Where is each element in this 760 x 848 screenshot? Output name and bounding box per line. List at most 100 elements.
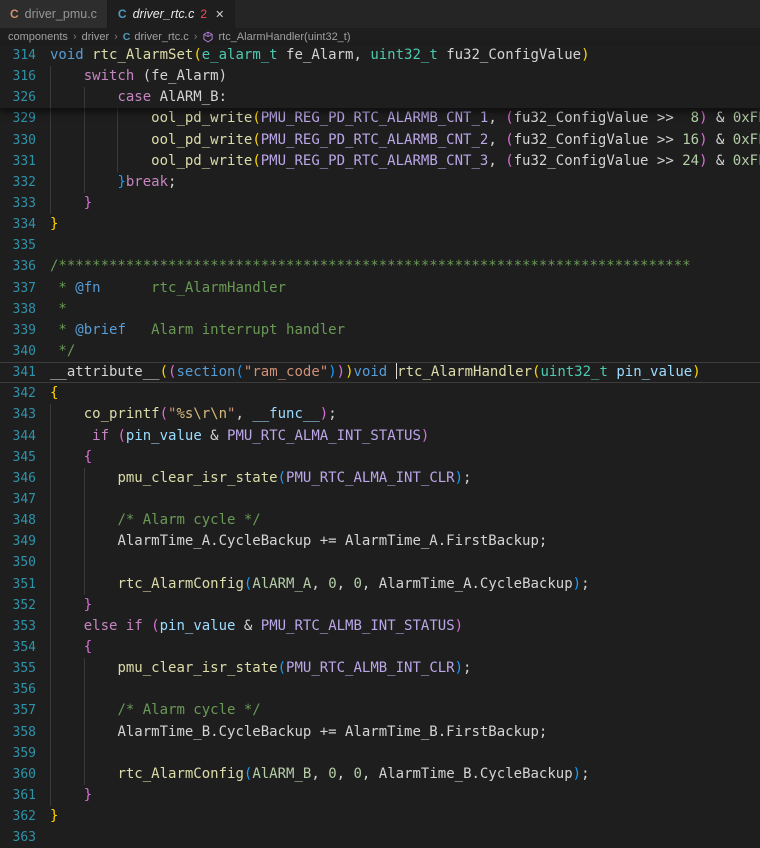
code-text: case AlARM_B:: [50, 87, 760, 108]
code-line[interactable]: 350: [0, 552, 760, 573]
code-line[interactable]: 337 * @fn rtc_AlarmHandler: [0, 278, 760, 299]
code-line[interactable]: 331 ool_pd_write(PMU_REG_PD_RTC_ALARMB_C…: [0, 151, 760, 172]
close-icon[interactable]: ✕: [215, 8, 224, 21]
tab-driver-rtc[interactable]: C driver_rtc.c 2 ✕: [108, 0, 235, 28]
tab-driver-pmu[interactable]: C driver_pmu.c: [0, 0, 108, 28]
code-line[interactable]: 330 ool_pd_write(PMU_REG_PD_RTC_ALARMB_C…: [0, 130, 760, 151]
problems-badge: 2: [200, 7, 207, 21]
line-number: 344: [0, 426, 36, 447]
line-number: 352: [0, 595, 36, 616]
breadcrumb-symbol[interactable]: rtc_AlarmHandler(uint32_t): [202, 31, 350, 43]
chevron-right-icon: ›: [114, 31, 118, 43]
code-line[interactable]: 362}: [0, 806, 760, 827]
indent-guide: [84, 531, 85, 552]
code-line[interactable]: 341__attribute__((section("ram_code")))v…: [0, 362, 760, 383]
code-line[interactable]: 340 */: [0, 341, 760, 362]
breadcrumb-components[interactable]: components: [8, 31, 68, 43]
indent-guide: [50, 447, 51, 468]
indent-guide: [84, 700, 85, 721]
code-line[interactable]: 316 switch (fe_Alarm): [0, 66, 760, 87]
code-text: void rtc_AlarmSet(e_alarm_t fe_Alarm, ui…: [50, 45, 760, 66]
code-line[interactable]: 336/************************************…: [0, 256, 760, 277]
code-area[interactable]: 329 ool_pd_write(PMU_REG_PD_RTC_ALARMB_C…: [0, 108, 760, 848]
indent-guide: [50, 66, 51, 87]
code-line[interactable]: 348 /* Alarm cycle */: [0, 510, 760, 531]
line-number: 351: [0, 574, 36, 595]
breadcrumb: components › driver › C driver_rtc.c › r…: [0, 28, 760, 45]
code-text: }: [50, 193, 760, 214]
code-line[interactable]: 361 }: [0, 785, 760, 806]
code-text: }: [50, 806, 760, 827]
code-line[interactable]: 358 AlarmTime_B.CycleBackup += AlarmTime…: [0, 722, 760, 743]
code-text: ool_pd_write(PMU_REG_PD_RTC_ALARMB_CNT_1…: [50, 108, 760, 129]
tab-label: driver_pmu.c: [25, 7, 97, 21]
code-text: [50, 552, 760, 573]
line-number: 335: [0, 235, 36, 256]
indent-guide: [84, 489, 85, 510]
code-line[interactable]: 344 if (pin_value & PMU_RTC_ALMA_INT_STA…: [0, 426, 760, 447]
code-line[interactable]: 342{: [0, 383, 760, 404]
breadcrumb-file[interactable]: C driver_rtc.c: [123, 31, 189, 43]
indent-guide: [50, 679, 51, 700]
line-number: 355: [0, 658, 36, 679]
indent-guide: [117, 108, 118, 129]
code-line[interactable]: 335: [0, 235, 760, 256]
code-text: /***************************************…: [50, 256, 760, 277]
indent-guide: [50, 637, 51, 658]
code-line[interactable]: 345 {: [0, 447, 760, 468]
code-line[interactable]: 349 AlarmTime_A.CycleBackup += AlarmTime…: [0, 531, 760, 552]
code-line[interactable]: 363: [0, 827, 760, 848]
code-line[interactable]: 355 pmu_clear_isr_state(PMU_RTC_ALMB_INT…: [0, 658, 760, 679]
code-editor-window: C driver_pmu.c C driver_rtc.c 2 ✕ compon…: [0, 0, 760, 848]
method-icon: [202, 31, 214, 43]
code-line[interactable]: 314 void rtc_AlarmSet(e_alarm_t fe_Alarm,…: [0, 45, 760, 66]
code-line[interactable]: 354 {: [0, 637, 760, 658]
indent-guide: [84, 743, 85, 764]
code-line[interactable]: 332 }break;: [0, 172, 760, 193]
code-line[interactable]: 357 /* Alarm cycle */: [0, 700, 760, 721]
indent-guide: [84, 87, 85, 108]
code-line[interactable]: 346 pmu_clear_isr_state(PMU_RTC_ALMA_INT…: [0, 468, 760, 489]
code-text: AlarmTime_B.CycleBackup += AlarmTime_B.F…: [50, 722, 760, 743]
code-line[interactable]: 347: [0, 489, 760, 510]
indent-guide: [117, 130, 118, 151]
code-text: ool_pd_write(PMU_REG_PD_RTC_ALARMB_CNT_2…: [50, 130, 760, 151]
line-number: 356: [0, 679, 36, 700]
code-line[interactable]: 343 co_printf("%s\r\n", __func__);: [0, 404, 760, 425]
code-line[interactable]: 353 else if (pin_value & PMU_RTC_ALMB_IN…: [0, 616, 760, 637]
code-text: [50, 235, 760, 256]
indent-guide: [50, 489, 51, 510]
code-line[interactable]: 352 }: [0, 595, 760, 616]
code-line[interactable]: 359: [0, 743, 760, 764]
c-file-icon: C: [10, 7, 19, 21]
indent-guide: [50, 151, 51, 172]
code-text: pmu_clear_isr_state(PMU_RTC_ALMB_INT_CLR…: [50, 658, 760, 679]
breadcrumb-driver[interactable]: driver: [82, 31, 110, 43]
line-number: 329: [0, 108, 36, 129]
indent-guide: [84, 172, 85, 193]
c-file-icon: C: [123, 31, 131, 43]
code-line[interactable]: 329 ool_pd_write(PMU_REG_PD_RTC_ALARMB_C…: [0, 108, 760, 129]
line-number: 314: [0, 45, 36, 66]
code-line[interactable]: 339 * @brief Alarm interrupt handler: [0, 320, 760, 341]
line-number: 348: [0, 510, 36, 531]
code-line[interactable]: 360 rtc_AlarmConfig(AlARM_B, 0, 0, Alarm…: [0, 764, 760, 785]
code-line[interactable]: 326 case AlARM_B:: [0, 87, 760, 108]
indent-guide: [50, 764, 51, 785]
line-number: 347: [0, 489, 36, 510]
code-line[interactable]: 356: [0, 679, 760, 700]
indent-guide: [50, 130, 51, 151]
indent-guide: [50, 172, 51, 193]
code-line[interactable]: 334}: [0, 214, 760, 235]
indent-guide: [84, 764, 85, 785]
line-number: 362: [0, 806, 36, 827]
code-text: rtc_AlarmConfig(AlARM_A, 0, 0, AlarmTime…: [50, 574, 760, 595]
code-line[interactable]: 338 *: [0, 299, 760, 320]
indent-guide: [50, 700, 51, 721]
code-line[interactable]: 351 rtc_AlarmConfig(AlARM_A, 0, 0, Alarm…: [0, 574, 760, 595]
line-number: 361: [0, 785, 36, 806]
line-number: 340: [0, 341, 36, 362]
line-number: 316: [0, 66, 36, 87]
code-line[interactable]: 333 }: [0, 193, 760, 214]
indent-guide: [84, 510, 85, 531]
